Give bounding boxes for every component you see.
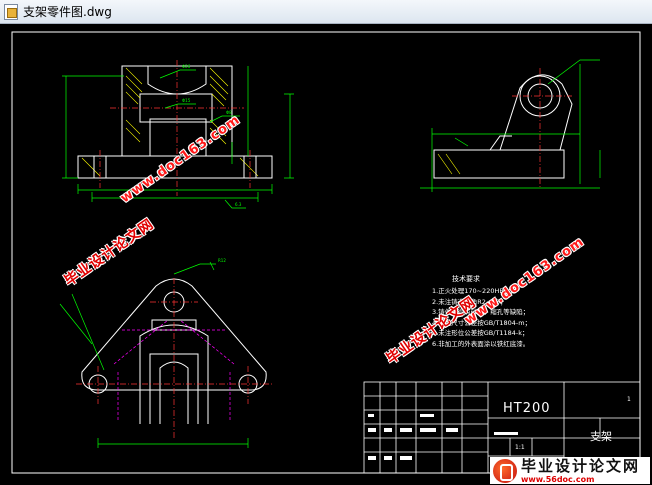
title-block-part-name: 支架 [590, 430, 612, 443]
title-block-material: HT200 [503, 401, 551, 416]
title-bar: 支架零件图.dwg [0, 0, 652, 24]
svg-text:R12: R12 [218, 258, 226, 263]
logo-url: www.56doc.com [521, 474, 595, 484]
dim-label: 6.3 [235, 202, 242, 207]
window-title: 支架零件图.dwg [23, 5, 112, 19]
dwg-file-icon [4, 3, 18, 20]
drawing-canvas[interactable]: Φ26 Φ15 Φ8 6.3 R12 技术要求 1.正火处理170~220HBW… [0, 24, 652, 485]
dim-label: Φ15 [182, 98, 191, 103]
note-line: 6.非加工的外表面涂以铁红底漆。 [432, 339, 530, 348]
title-block-scale: 1:1 [515, 444, 525, 451]
title-block-sheet: 1 [627, 396, 631, 403]
technical-notes-title: 技术要求 [452, 275, 480, 283]
logo-text: 毕业设计论文网 [521, 456, 641, 475]
front-view: Φ26 Φ15 Φ8 6.3 [62, 60, 294, 209]
site-logo: 毕业设计论文网 www.56doc.com [490, 457, 650, 484]
logo-icon [493, 458, 517, 483]
side-view [420, 59, 601, 192]
dim-label: Φ26 [182, 64, 191, 69]
title-block-fill [368, 414, 518, 460]
top-view: R12 [59, 258, 272, 448]
